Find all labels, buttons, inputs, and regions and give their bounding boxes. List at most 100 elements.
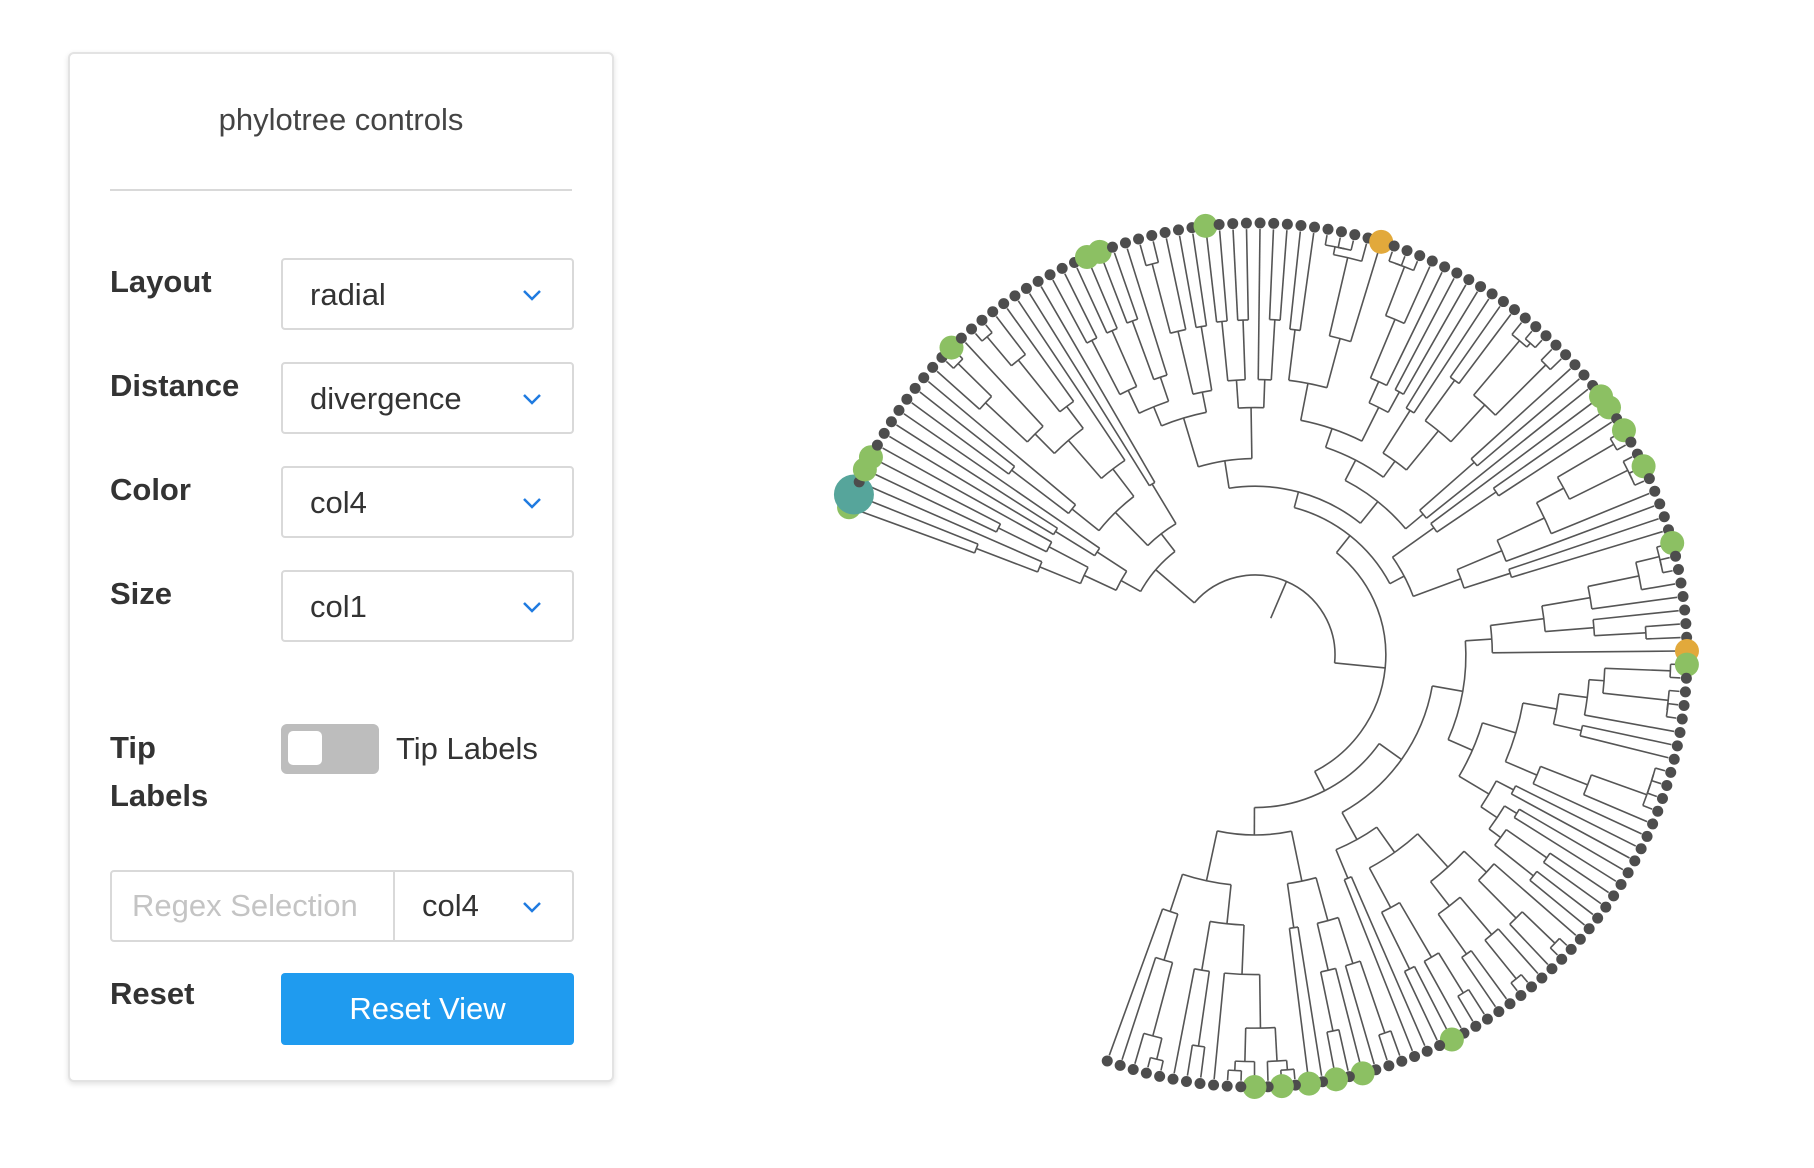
tip-node[interactable] <box>1608 890 1620 902</box>
tip-node[interactable] <box>1556 953 1568 965</box>
highlighted-tip-node[interactable] <box>1660 530 1685 555</box>
tip-node[interactable] <box>1654 498 1666 510</box>
tip-node[interactable] <box>1101 1055 1113 1067</box>
tip-node[interactable] <box>1159 226 1171 238</box>
tip-node[interactable] <box>1675 577 1687 589</box>
tip-node[interactable] <box>1550 339 1562 351</box>
tip-node[interactable] <box>1127 1063 1139 1075</box>
tip-node[interactable] <box>918 372 930 384</box>
tip-node[interactable] <box>893 404 905 416</box>
tip-node[interactable] <box>1519 312 1531 324</box>
size-select[interactable]: col1 <box>281 570 574 642</box>
reset-view-button[interactable]: Reset View <box>281 973 574 1045</box>
tip-node[interactable] <box>1154 1070 1166 1082</box>
tip-node[interactable] <box>1672 564 1684 576</box>
tip-node[interactable] <box>1680 618 1692 630</box>
tip-node[interactable] <box>1679 686 1691 698</box>
tip-node[interactable] <box>1661 780 1673 792</box>
tip-node[interactable] <box>1678 699 1690 711</box>
regex-column-select[interactable]: col4 <box>395 872 572 940</box>
regex-selection-input[interactable] <box>112 872 395 940</box>
tip-node[interactable] <box>976 314 988 326</box>
tip-labels-toggle[interactable] <box>281 724 379 774</box>
tip-node[interactable] <box>1574 933 1586 945</box>
tip-node[interactable] <box>901 393 913 405</box>
tip-node[interactable] <box>1515 989 1527 1001</box>
tip-node[interactable] <box>1475 281 1487 293</box>
tip-node[interactable] <box>871 439 883 451</box>
tip-node[interactable] <box>1674 727 1686 739</box>
tip-node[interactable] <box>1349 229 1361 241</box>
tip-node[interactable] <box>1641 830 1653 842</box>
layout-select[interactable]: radial <box>281 258 574 330</box>
highlighted-tip-node[interactable] <box>1369 229 1394 254</box>
tip-node[interactable] <box>1497 296 1509 308</box>
tip-node[interactable] <box>885 416 897 428</box>
tip-node[interactable] <box>1383 1060 1395 1072</box>
tip-node[interactable] <box>1426 255 1438 267</box>
tip-node[interactable] <box>1629 855 1641 867</box>
tip-node[interactable] <box>1414 250 1426 262</box>
tip-node[interactable] <box>1486 288 1498 300</box>
tip-node[interactable] <box>1240 217 1252 229</box>
tip-node[interactable] <box>1295 219 1307 231</box>
tip-node[interactable] <box>1504 998 1516 1010</box>
tip-node[interactable] <box>955 332 967 344</box>
tip-node[interactable] <box>1208 1079 1220 1091</box>
tip-node[interactable] <box>1647 818 1659 830</box>
tip-node[interactable] <box>1221 1080 1233 1092</box>
tip-node[interactable] <box>1470 1020 1482 1032</box>
tip-node[interactable] <box>1668 753 1680 765</box>
tip-node[interactable] <box>1114 1059 1126 1071</box>
tip-node[interactable] <box>1180 1076 1192 1088</box>
tip-node[interactable] <box>1546 963 1558 975</box>
tip-node[interactable] <box>1227 218 1239 230</box>
tip-node[interactable] <box>1172 224 1184 236</box>
tip-node[interactable] <box>1194 1077 1206 1089</box>
tip-node[interactable] <box>1254 217 1266 229</box>
tip-node[interactable] <box>1009 290 1021 302</box>
tip-node[interactable] <box>1213 218 1225 230</box>
phylogenetic-tree[interactable] <box>780 170 1760 1130</box>
tip-node[interactable] <box>1032 275 1044 287</box>
tip-node[interactable] <box>1421 1045 1433 1057</box>
tip-node[interactable] <box>1670 550 1682 562</box>
tip-node[interactable] <box>1665 766 1677 778</box>
tip-node[interactable] <box>1508 304 1520 316</box>
color-select[interactable]: col4 <box>281 466 574 538</box>
tip-node[interactable] <box>1652 805 1664 817</box>
tip-node[interactable] <box>1235 1081 1247 1093</box>
tip-node[interactable] <box>1439 261 1451 273</box>
tip-node[interactable] <box>1635 843 1647 855</box>
tip-node[interactable] <box>1643 473 1655 485</box>
tip-node[interactable] <box>1530 321 1542 333</box>
tip-node[interactable] <box>909 382 921 394</box>
tip-node[interactable] <box>1540 330 1552 342</box>
tip-node[interactable] <box>1680 672 1692 684</box>
tip-node[interactable] <box>966 323 978 335</box>
tip-node[interactable] <box>1677 590 1689 602</box>
tip-node[interactable] <box>1658 511 1670 523</box>
tip-node[interactable] <box>1020 282 1032 294</box>
tip-node[interactable] <box>1434 1040 1446 1052</box>
tip-node[interactable] <box>1409 1050 1421 1062</box>
tip-node[interactable] <box>1615 878 1627 890</box>
tip-node[interactable] <box>1622 867 1634 879</box>
tip-node[interactable] <box>1481 1013 1493 1025</box>
tip-node[interactable] <box>1600 901 1612 913</box>
tip-node[interactable] <box>1676 713 1688 725</box>
distance-select[interactable]: divergence <box>281 362 574 434</box>
tip-node[interactable] <box>1388 240 1400 252</box>
tip-node[interactable] <box>1268 217 1280 229</box>
tip-node[interactable] <box>1146 230 1158 242</box>
tip-node[interactable] <box>927 361 939 373</box>
tip-node[interactable] <box>1106 241 1118 253</box>
tip-node[interactable] <box>1322 223 1334 235</box>
tip-node[interactable] <box>1592 912 1604 924</box>
tip-node[interactable] <box>1536 972 1548 984</box>
tip-node[interactable] <box>1167 1073 1179 1085</box>
tip-node[interactable] <box>1565 943 1577 955</box>
tip-node[interactable] <box>1649 485 1661 497</box>
tip-node[interactable] <box>1140 1067 1152 1079</box>
tip-node[interactable] <box>1281 218 1293 230</box>
